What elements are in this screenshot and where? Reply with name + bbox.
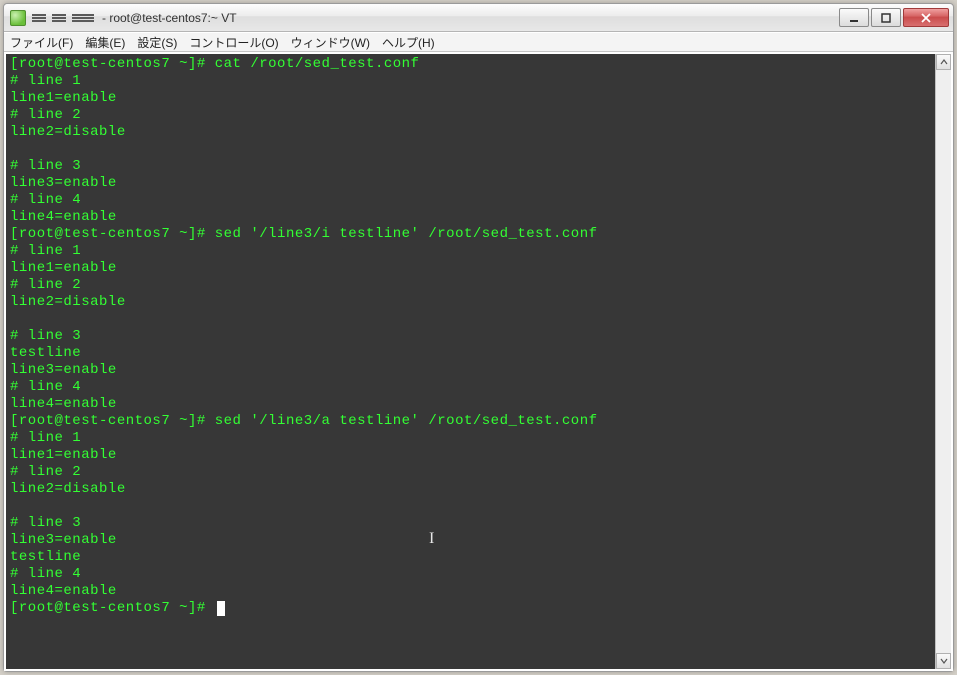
terminal[interactable]: [root@test-centos7 ~]# cat /root/sed_tes… xyxy=(6,54,935,669)
menu-help[interactable]: ヘルプ(H) xyxy=(382,34,435,51)
terminal-line: # line 3 xyxy=(10,328,931,345)
terminal-line: # line 4 xyxy=(10,379,931,396)
terminal-line: # line 1 xyxy=(10,73,931,90)
menu-control[interactable]: コントロール(O) xyxy=(189,34,278,51)
chevron-down-icon xyxy=(940,658,948,664)
terminal-line: # line 1 xyxy=(10,430,931,447)
terminal-line: testline xyxy=(10,345,931,362)
terminal-line: [root@test-centos7 ~]# sed '/line3/i tes… xyxy=(10,226,931,243)
app-window: - root@test-centos7:~ VT ファイル(F) 編集(E) 設… xyxy=(3,3,954,672)
terminal-line: [root@test-centos7 ~]# sed '/line3/a tes… xyxy=(10,413,931,430)
terminal-line: line4=enable xyxy=(10,396,931,413)
terminal-line: line3=enable xyxy=(10,175,931,192)
terminal-cursor xyxy=(217,601,225,616)
terminal-line: # line 3 xyxy=(10,158,931,175)
terminal-prompt-line: [root@test-centos7 ~]# xyxy=(10,600,931,617)
titlebar[interactable]: - root@test-centos7:~ VT xyxy=(4,4,953,32)
close-button[interactable] xyxy=(903,8,949,27)
terminal-line: line1=enable xyxy=(10,90,931,107)
terminal-line: line1=enable xyxy=(10,447,931,464)
menu-file[interactable]: ファイル(F) xyxy=(10,34,73,51)
titlebar-decoration xyxy=(32,17,94,19)
terminal-line xyxy=(10,311,931,328)
terminal-line xyxy=(10,141,931,158)
terminal-line: line4=enable xyxy=(10,583,931,600)
terminal-line xyxy=(10,498,931,515)
terminal-line: line2=disable xyxy=(10,294,931,311)
terminal-line: line4=enable xyxy=(10,209,931,226)
terminal-line: # line 4 xyxy=(10,192,931,209)
menu-window[interactable]: ウィンドウ(W) xyxy=(291,34,370,51)
terminal-line: # line 2 xyxy=(10,277,931,294)
app-icon xyxy=(10,10,26,26)
scroll-track[interactable] xyxy=(936,70,951,653)
terminal-line: line2=disable xyxy=(10,124,931,141)
terminal-line: line1=enable xyxy=(10,260,931,277)
menu-settings[interactable]: 設定(S) xyxy=(137,34,177,51)
terminal-line: # line 3 xyxy=(10,515,931,532)
window-title: - root@test-centos7:~ VT xyxy=(102,11,237,25)
maximize-icon xyxy=(881,13,891,23)
minimize-icon xyxy=(849,13,859,23)
scrollbar[interactable] xyxy=(935,54,951,669)
scroll-up-button[interactable] xyxy=(936,54,951,70)
terminal-line: line3=enable xyxy=(10,532,931,549)
close-icon xyxy=(920,13,932,23)
terminal-line: # line 2 xyxy=(10,464,931,481)
terminal-line: # line 4 xyxy=(10,566,931,583)
terminal-line: line2=disable xyxy=(10,481,931,498)
maximize-button[interactable] xyxy=(871,8,901,27)
menubar: ファイル(F) 編集(E) 設定(S) コントロール(O) ウィンドウ(W) ヘ… xyxy=(4,32,953,52)
terminal-wrap: [root@test-centos7 ~]# cat /root/sed_tes… xyxy=(4,52,953,671)
window-controls xyxy=(839,8,949,27)
terminal-line: line3=enable xyxy=(10,362,931,379)
terminal-line: # line 2 xyxy=(10,107,931,124)
chevron-up-icon xyxy=(940,59,948,65)
minimize-button[interactable] xyxy=(839,8,869,27)
terminal-line: testline xyxy=(10,549,931,566)
menu-edit[interactable]: 編集(E) xyxy=(85,34,125,51)
terminal-line: [root@test-centos7 ~]# cat /root/sed_tes… xyxy=(10,56,931,73)
terminal-line: # line 1 xyxy=(10,243,931,260)
scroll-down-button[interactable] xyxy=(936,653,951,669)
